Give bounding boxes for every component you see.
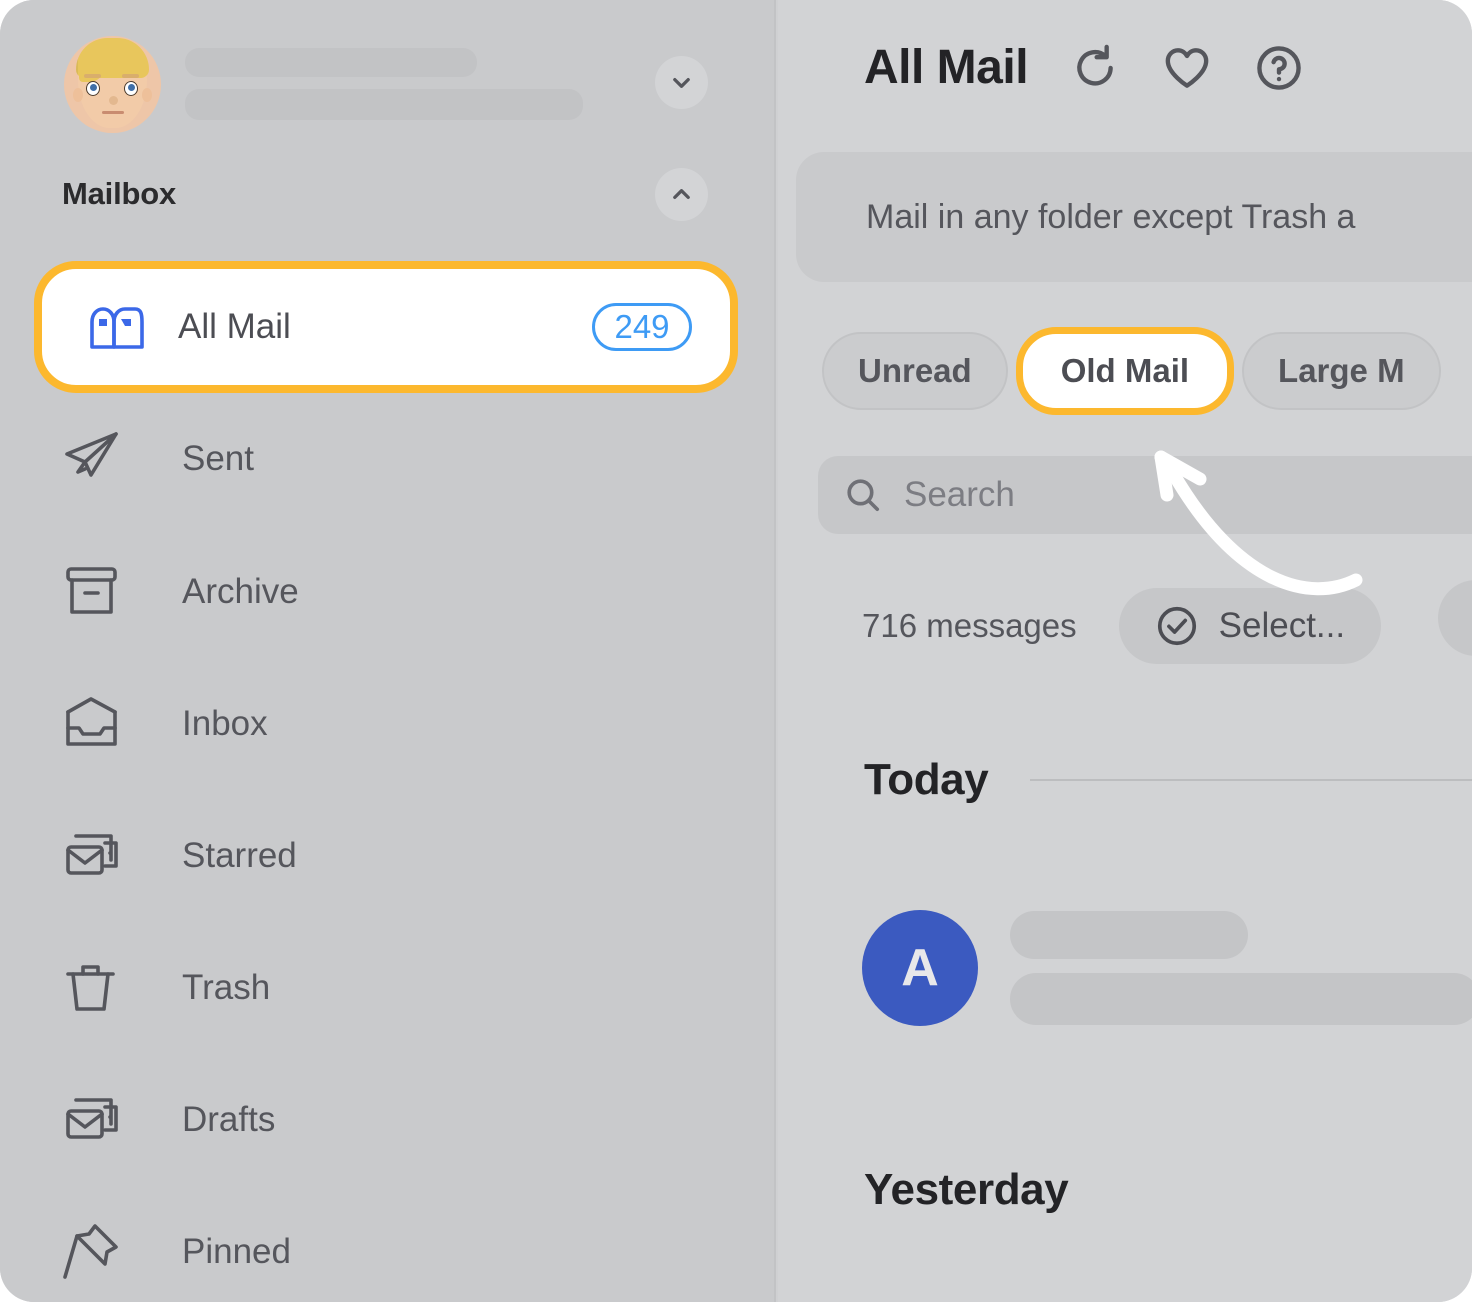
mailbox-section-title: Mailbox (62, 176, 177, 211)
filter-chip-old-mail[interactable]: Old Mail (1015, 327, 1235, 415)
sidebar-item-starred[interactable]: Starred (60, 813, 700, 899)
heart-icon[interactable] (1162, 43, 1212, 93)
stacked-envelopes-icon (60, 823, 126, 889)
day-group-header-yesterday: Yesterday (864, 1165, 1472, 1215)
help-circle-icon[interactable] (1254, 43, 1304, 93)
chevron-up-icon[interactable] (655, 168, 708, 221)
sidebar-item-trash[interactable]: Trash (60, 945, 700, 1031)
day-group-label: Yesterday (864, 1165, 1069, 1214)
refresh-icon[interactable] (1070, 43, 1120, 93)
inbox-tray-icon (60, 691, 126, 757)
search-icon (844, 476, 882, 514)
sidebar-item-pinned[interactable]: Pinned (60, 1209, 700, 1295)
account-row[interactable] (64, 35, 736, 133)
filter-chip-large-mail[interactable]: Large M (1242, 332, 1441, 410)
message-subject-placeholder (1010, 911, 1248, 959)
day-group-divider (1030, 779, 1472, 781)
mailbox-icon (88, 302, 146, 352)
account-name-placeholder (185, 48, 477, 77)
paper-plane-icon (60, 426, 126, 492)
sidebar: Mailbox All Mail 249 Sent Archive Inbox … (0, 0, 776, 1302)
message-list-item[interactable]: A (862, 908, 1472, 1028)
sidebar-item-sent[interactable]: Sent (60, 416, 700, 502)
archive-box-icon (60, 559, 126, 625)
main-header: All Mail (864, 40, 1304, 95)
filter-chip-group: Unread Old Mail Large M (822, 327, 1441, 415)
description-text: Mail in any folder except Trash a (866, 197, 1356, 236)
message-text-placeholders (1010, 911, 1472, 1025)
app-window: Mailbox All Mail 249 Sent Archive Inbox … (0, 0, 1472, 1302)
account-email-placeholder (185, 89, 583, 120)
sidebar-item-drafts[interactable]: Drafts (60, 1077, 700, 1163)
check-circle-icon (1155, 604, 1199, 648)
main-panel: All Mail Mail in any folder except Trash… (778, 0, 1472, 1302)
message-preview-placeholder (1010, 973, 1472, 1025)
overflow-action-pill[interactable] (1438, 580, 1472, 656)
search-input[interactable]: Search (818, 456, 1472, 534)
pin-icon (60, 1219, 126, 1285)
account-text-placeholders (185, 48, 583, 120)
search-placeholder: Search (904, 475, 1015, 514)
message-count: 716 messages (862, 607, 1077, 644)
unread-count-badge: 249 (592, 303, 692, 351)
filter-chip-unread[interactable]: Unread (822, 332, 1008, 410)
sidebar-item-label: Pinned (182, 1232, 291, 1271)
description-banner: Mail in any folder except Trash a (796, 152, 1472, 282)
sidebar-item-label: All Mail (178, 307, 291, 346)
trash-icon (60, 955, 126, 1021)
chevron-down-icon[interactable] (655, 56, 708, 109)
sidebar-item-archive[interactable]: Archive (60, 549, 700, 635)
avatar: A (862, 910, 978, 1026)
sidebar-item-label: Sent (182, 439, 254, 478)
page-title: All Mail (864, 41, 1029, 94)
day-group-label: Today (864, 755, 989, 804)
sidebar-item-label: Starred (182, 836, 297, 875)
sidebar-item-label: Inbox (182, 704, 268, 743)
select-button[interactable]: Select... (1118, 588, 1382, 664)
select-button-label: Select... (1218, 606, 1346, 645)
sidebar-item-all-mail[interactable]: All Mail 249 (34, 261, 738, 393)
day-group-header-today: Today (864, 755, 1472, 805)
memoji-avatar[interactable] (64, 35, 161, 133)
sidebar-item-label: Drafts (182, 1100, 276, 1139)
sidebar-item-label: Archive (182, 572, 299, 611)
list-meta-row: 716 messages Select... (862, 588, 1382, 664)
sidebar-item-label: Trash (182, 968, 271, 1007)
sidebar-item-inbox[interactable]: Inbox (60, 681, 700, 767)
stacked-envelopes-icon (60, 1087, 126, 1153)
